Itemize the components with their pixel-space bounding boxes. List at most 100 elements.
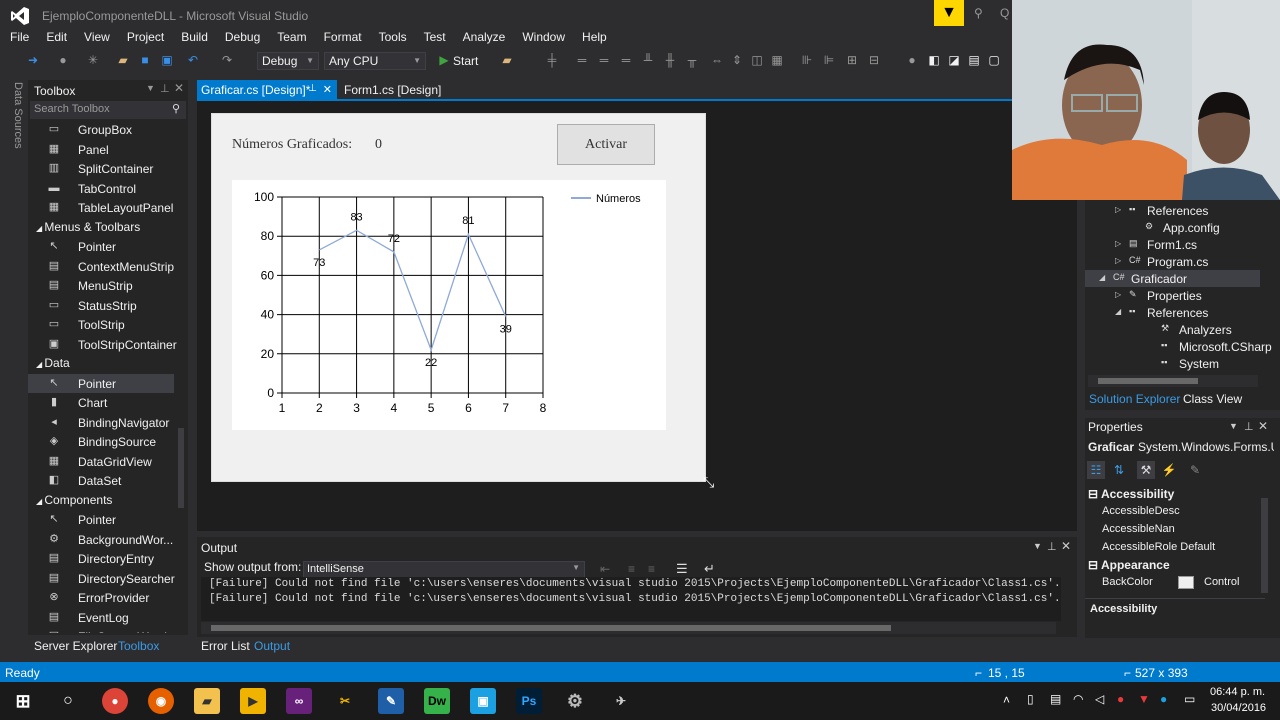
expand-arrow-icon[interactable]: ◢ [1099,273,1105,282]
file-explorer-icon[interactable]: ▰ [194,688,220,714]
close-icon[interactable]: ✕ [323,83,332,96]
property-pages-icon[interactable]: ✎ [1186,461,1204,479]
toolbox-item[interactable]: ▥ SplitContainer [28,159,174,178]
events-icon[interactable]: ⚡ [1160,461,1178,479]
solution-tree-item[interactable]: ⚒ Analyzers [1085,321,1260,338]
platform-dropdown[interactable]: Any CPU ▼ [324,52,426,70]
shield-icon[interactable]: ▼ [1138,692,1150,706]
quick-launch-icon[interactable]: ⚲ [974,6,983,20]
undo-icon[interactable]: ↶ [186,53,200,67]
cortana-icon[interactable]: ○ [55,688,81,714]
properties-scrollbar[interactable] [1261,498,1268,593]
volume-icon[interactable]: ◁ [1095,692,1104,706]
numeros-count-label[interactable]: 0 [375,137,382,153]
toolbox-scrollbar[interactable] [178,428,184,508]
lock-icon[interactable]: ▤ [967,53,981,67]
menu-file[interactable]: File [10,30,29,44]
align-bottom-icon[interactable]: ╥ [685,53,699,67]
bring-front-icon[interactable]: ● [905,53,919,67]
categorized-icon[interactable]: ☷ [1087,461,1105,479]
toolbox-item[interactable]: ▦ Panel [28,140,174,159]
expand-arrow-icon[interactable]: ▷ [1115,290,1121,299]
same-width-icon[interactable]: ⇔ [710,53,724,67]
solution-tree-item[interactable]: ▷ ✎ Properties [1085,287,1260,304]
toolbox-item[interactable]: ↖ Pointer [28,237,174,256]
close-icon[interactable]: ✕ [1258,419,1268,433]
server-explorer-tab[interactable]: Server Explorer [34,639,117,653]
menu-project[interactable]: Project [127,30,164,44]
visual-studio-icon[interactable]: ∞ [286,688,312,714]
menu-format[interactable]: Format [324,30,362,44]
menu-help[interactable]: Help [582,30,607,44]
layout-icon[interactable]: ▢ [987,53,1001,67]
menu-test[interactable]: Test [424,30,446,44]
start-icon[interactable]: ▶ [437,53,451,67]
dropdown-icon[interactable]: ▼ [146,83,155,93]
notification-icon[interactable]: ▭ [1184,692,1195,706]
windows-start-icon[interactable]: ⊞ [10,688,36,714]
dreamweaver-icon[interactable]: Dw [424,688,450,714]
network-icon[interactable]: ▤ [1050,692,1061,706]
feedback-filter-icon[interactable]: ▼ [934,0,964,26]
data-sources-tab[interactable]: Data Sources [0,78,24,178]
toolbox-item[interactable]: ▭ ToolStrip [28,315,174,334]
tab-order-icon[interactable]: ◪ [947,53,961,67]
pin-icon[interactable]: ⊥ [160,82,170,95]
resize-cursor-icon[interactable]: ⤡ [703,474,714,491]
toolbox-item[interactable]: ⊗ ErrorProvider [28,588,174,607]
tab-graficar-design[interactable]: Graficar.cs [Design]* ⊥ ✕ [197,80,337,100]
center-h-icon[interactable]: ⊞ [845,53,859,67]
property-row[interactable]: AccessibleRole Default [1102,541,1252,553]
align-right-icon[interactable]: ═ [619,53,633,67]
menu-analyze[interactable]: Analyze [463,30,506,44]
toolbox-item[interactable]: ◈ BindingSource [28,432,174,451]
send-back-icon[interactable]: ◧ [927,53,941,67]
toolbox-item[interactable]: ⚙ BackgroundWor... [28,530,174,549]
solution-tree-item[interactable]: ▷ ▤ Form1.cs [1085,236,1260,253]
tray-icon[interactable]: ▯ [1027,692,1034,706]
center-v-icon[interactable]: ⊟ [867,53,881,67]
skype-icon[interactable]: ● [1160,692,1167,706]
backcolor-value[interactable]: Control [1204,576,1239,588]
toolbox-item[interactable]: ▦ DataGridView [28,452,174,471]
toolbox-category[interactable]: ◢ Menus & Toolbars [36,220,140,234]
save-all-icon[interactable]: ▣ [160,53,174,67]
expand-arrow-icon[interactable]: ▷ [1115,239,1121,248]
attach-icon[interactable]: ▰ [500,53,514,67]
app-icon[interactable]: ✈ [608,688,634,714]
toolbox-item[interactable]: ▤ ContextMenuStrip [28,257,174,276]
toolbox-item[interactable]: ▤ MenuStrip [28,276,174,295]
clock-time[interactable]: 06:44 p. m. [1210,686,1265,698]
solution-tree-item[interactable]: ▪▪ System [1085,355,1260,372]
back-icon[interactable]: ➜ [26,53,40,67]
toolbox-item[interactable]: ▮ Chart [28,393,174,412]
toolbox-item[interactable]: ↖ Pointer [28,373,174,393]
menu-tools[interactable]: Tools [379,30,407,44]
new-project-icon[interactable]: ✳ [86,53,100,67]
property-row[interactable]: AccessibleDesc [1102,505,1252,517]
solution-explorer-tab[interactable]: Solution Explorer [1089,392,1180,406]
photoshop-icon[interactable]: Ps [516,688,542,714]
toolbox-item[interactable]: ▤ DirectorySearcher [28,569,175,588]
pin-icon[interactable]: ⊥ [308,83,317,94]
toolbox-item[interactable]: ▤ EventLog [28,608,174,627]
same-height-icon[interactable]: ⇕ [730,53,744,67]
backcolor-name[interactable]: BackColor [1102,576,1153,588]
grid-icon[interactable]: ▦ [770,53,784,67]
solution-tree-item[interactable]: ⚙ App.config [1085,219,1260,236]
start-button[interactable]: Start [453,54,478,68]
solution-tree-item[interactable]: ◢ ▪▪ References [1085,304,1260,321]
firefox-icon[interactable]: ◉ [148,688,174,714]
menu-edit[interactable]: Edit [46,30,67,44]
properties-object-type[interactable]: System.Windows.Forms.U [1138,440,1274,454]
find-message-icon[interactable]: ⇤ [600,562,610,576]
tool-icon[interactable]: ✂ [332,688,358,714]
solexp-hscrollbar[interactable] [1088,375,1258,387]
menu-view[interactable]: View [84,30,110,44]
chrome-icon[interactable]: ● [102,688,128,714]
toolbox-item[interactable]: ▭ StatusStrip [28,296,174,315]
toolbox-item[interactable]: ▤ DirectoryEntry [28,549,174,568]
menu-window[interactable]: Window [522,30,565,44]
appearance-category[interactable]: ⊟ Appearance [1088,558,1170,572]
app-icon[interactable]: ✎ [378,688,404,714]
